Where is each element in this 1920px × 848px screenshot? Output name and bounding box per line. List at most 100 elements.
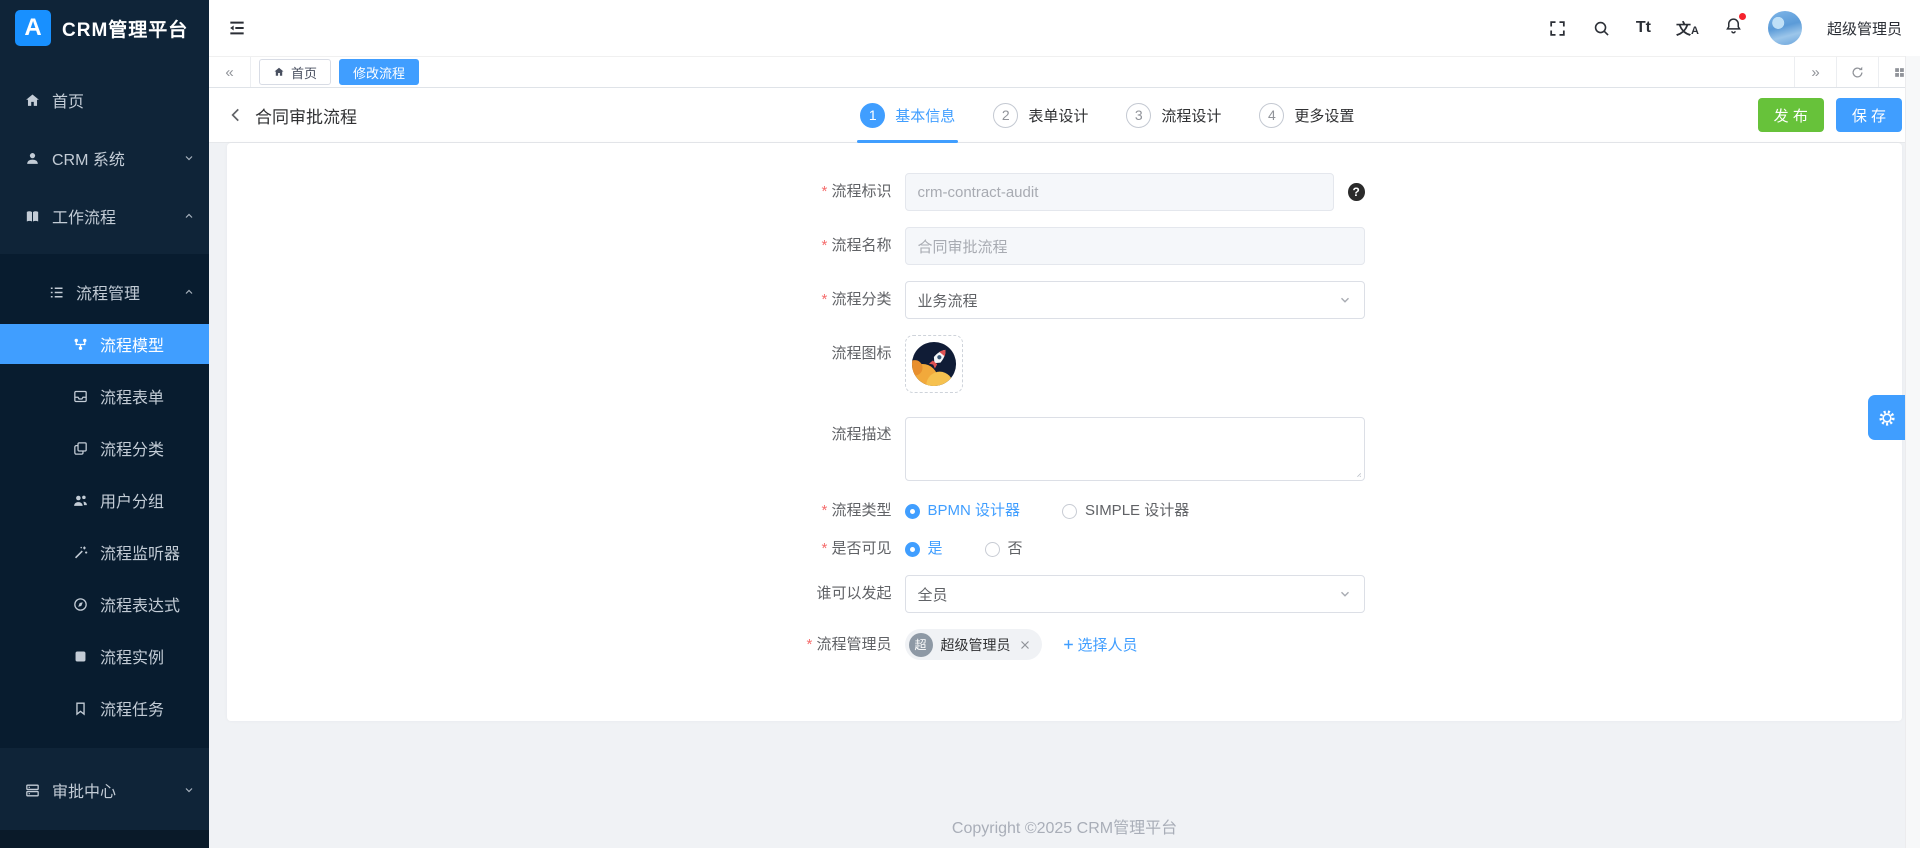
sidebar-item-home[interactable]: 首页 — [0, 80, 209, 120]
notification-badge — [1738, 13, 1746, 20]
topbar-actions: Tt 文A 超级管理员 — [1548, 11, 1902, 45]
refresh-icon — [1850, 65, 1865, 80]
back-nav[interactable]: 合同审批流程 — [227, 103, 357, 128]
radio-simple-designer[interactable]: SIMPLE 设计器 — [1062, 499, 1189, 523]
save-button[interactable]: 保 存 — [1835, 98, 1902, 132]
sidebar-item-approval-center[interactable]: 审批中心 — [0, 770, 209, 810]
sidebar-item-process-mgmt[interactable]: 流程管理 — [0, 272, 209, 312]
home-icon — [24, 92, 41, 109]
user-avatar[interactable] — [1767, 11, 1802, 45]
publish-button[interactable]: 发 布 — [1757, 98, 1824, 132]
chevron-down-icon — [183, 152, 195, 164]
radio-dot — [904, 503, 920, 519]
user-name[interactable]: 超级管理员 — [1827, 18, 1902, 39]
field-label: 流程管理员 — [745, 629, 905, 660]
step-number: 3 — [1126, 102, 1152, 128]
step-basic-info[interactable]: 1 基本信息 — [857, 102, 959, 143]
field-label: 流程名称 — [745, 227, 905, 265]
logo[interactable]: A CRM管理平台 — [0, 0, 209, 56]
bookmark-icon — [72, 700, 89, 717]
step-more-settings[interactable]: 4 更多设置 — [1259, 102, 1355, 128]
step-process-design[interactable]: 3 流程设计 — [1126, 102, 1222, 128]
starter-select[interactable]: 全员 — [904, 575, 1365, 613]
field-label: 流程描述 — [831, 426, 892, 443]
search-icon[interactable] — [1592, 19, 1611, 38]
step-number: 4 — [1259, 102, 1285, 128]
step-label: 更多设置 — [1294, 107, 1355, 125]
help-icon[interactable]: ? — [1347, 183, 1365, 201]
user-icon — [24, 150, 41, 167]
refresh-tab-button[interactable] — [1836, 57, 1878, 87]
sidebar-item-crm-system[interactable]: CRM 系统 — [0, 138, 209, 178]
copyright: Copyright ©2025 CRM管理平台 — [951, 820, 1178, 837]
tab-home[interactable]: 首页 — [259, 59, 332, 85]
field-label: 谁可以发起 — [816, 585, 892, 602]
sidebar-item-process-instance[interactable]: 流程实例 — [0, 636, 209, 676]
scrollbar-track[interactable] — [1905, 56, 1920, 848]
chevron-down-icon — [1338, 293, 1352, 307]
radio-dot — [1062, 503, 1078, 519]
tabs-scroll-right[interactable]: » — [1794, 57, 1836, 87]
form-row-category: 流程分类 业务流程 — [745, 281, 1385, 319]
process-icon-uploader[interactable] — [904, 335, 963, 393]
chevron-down-icon — [183, 784, 195, 796]
step-number: 1 — [860, 102, 886, 128]
field-label: 流程图标 — [831, 345, 892, 362]
field-label: 是否可见 — [745, 537, 905, 561]
category-select[interactable]: 业务流程 — [904, 281, 1365, 319]
tabs-scroll-left[interactable]: « — [209, 57, 251, 87]
server-icon — [24, 782, 41, 799]
workflow-submenu: 流程管理 流程模型 流程表单 流程分类 用户分组 流程监听器 流程表达式 流程实… — [0, 254, 209, 748]
sidebar-item-process-form[interactable]: 流程表单 — [0, 376, 209, 416]
step-label: 流程设计 — [1161, 107, 1222, 125]
list-icon — [48, 284, 65, 301]
rocket-image — [911, 341, 957, 387]
settings-fab[interactable] — [1868, 395, 1905, 440]
book-icon — [24, 208, 41, 225]
form-row-visible: 是否可见 是 否 — [745, 537, 1385, 561]
collapse-sidebar-icon[interactable] — [227, 18, 247, 38]
radio-dot — [904, 541, 920, 557]
form-row-icon: 流程图标 — [745, 335, 1385, 393]
resize-handle[interactable] — [1352, 468, 1362, 478]
sidebar-item-process-task[interactable]: 流程任务 — [0, 688, 209, 728]
chevron-down-icon — [1338, 587, 1352, 601]
field-label: 流程分类 — [745, 281, 905, 319]
avatar: 超 — [908, 632, 933, 657]
sidebar-item-user-group[interactable]: 用户分组 — [0, 480, 209, 520]
step-form-design[interactable]: 2 表单设计 — [993, 102, 1089, 128]
description-textarea[interactable] — [904, 417, 1365, 481]
chevron-up-icon — [183, 286, 195, 298]
admin-tag: 超 超级管理员 — [904, 629, 1042, 660]
notification-bell-icon[interactable] — [1724, 13, 1746, 40]
close-icon[interactable] — [1019, 639, 1031, 651]
logo-mark: A — [15, 10, 51, 46]
compass-icon — [72, 596, 89, 613]
step-label: 表单设计 — [1028, 107, 1089, 125]
translate-icon[interactable]: 文A — [1676, 18, 1699, 39]
sidebar-item-process-category[interactable]: 流程分类 — [0, 428, 209, 468]
fullscreen-icon[interactable] — [1548, 19, 1567, 38]
tab-edit-process[interactable]: 修改流程 — [339, 59, 420, 85]
form-row-description: 流程描述 — [745, 417, 1385, 481]
add-person-link[interactable]: 选择人员 — [1062, 634, 1138, 655]
form-row-name: 流程名称 — [745, 227, 1385, 265]
font-size-icon[interactable]: Tt — [1636, 19, 1651, 37]
form-row-type: 流程类型 BPMN 设计器 SIMPLE 设计器 — [745, 499, 1385, 523]
open-tabs: 首页 修改流程 — [251, 57, 1794, 87]
sidebar-item-workflow[interactable]: 工作流程 — [0, 196, 209, 236]
process-key-input[interactable] — [904, 173, 1334, 211]
radio-visible-no[interactable]: 否 — [984, 537, 1023, 561]
sidebar-item-process-model[interactable]: 流程模型 — [0, 324, 209, 364]
gear-icon — [1877, 408, 1897, 428]
sidebar-item-process-listener[interactable]: 流程监听器 — [0, 532, 209, 572]
sidebar-item-process-expression[interactable]: 流程表达式 — [0, 584, 209, 624]
sidebar-menu: 首页 CRM 系统 工作流程 流程管理 流程模型 流程表单 流程分类 用户分组 … — [0, 56, 209, 848]
main-area: Tt 文A 超级管理员 « 首页 修改流程 » 合同审批流程 1 基本信息 2 … — [209, 0, 1920, 848]
step-label: 基本信息 — [895, 107, 956, 125]
radio-bpmn-designer[interactable]: BPMN 设计器 — [904, 499, 1020, 523]
page-title: 合同审批流程 — [255, 107, 357, 127]
radio-visible-yes[interactable]: 是 — [904, 537, 943, 561]
process-name-input[interactable] — [904, 227, 1365, 265]
page-header: 合同审批流程 1 基本信息 2 表单设计 3 流程设计 4 更多设置 发 布 保… — [209, 88, 1920, 143]
